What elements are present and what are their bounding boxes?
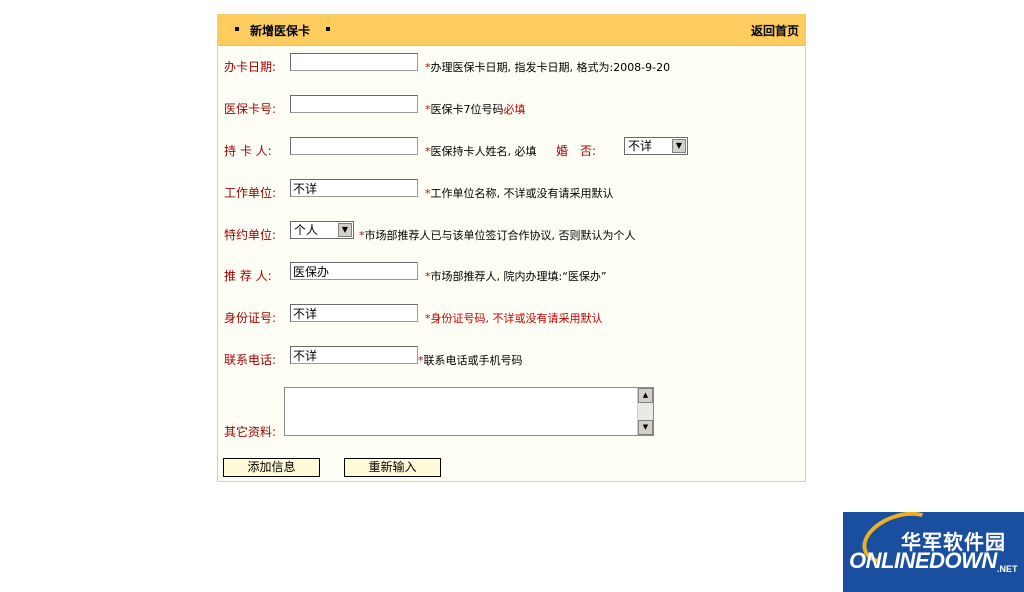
referrer-label: 推 荐 人: xyxy=(224,269,272,283)
holder-input[interactable] xyxy=(290,137,418,155)
id-no-input[interactable] xyxy=(290,304,418,322)
textarea-scrollbar[interactable]: ▲ ▼ xyxy=(637,388,653,435)
contract-unit-label: 特约单位: xyxy=(224,228,277,242)
referrer-hint: *市场部推荐人, 院内办理填:“医保办” xyxy=(425,270,607,283)
other-label: 其它资料: xyxy=(224,425,277,439)
scroll-up-icon[interactable]: ▲ xyxy=(638,388,653,403)
holder-hint: *医保持卡人姓名, 必填 xyxy=(425,145,537,158)
submit-button[interactable]: 添加信息 xyxy=(223,458,320,477)
holder-label: 持 卡 人: xyxy=(224,144,272,158)
card-date-hint: *办理医保卡日期, 指发卡日期, 格式为:2008-9-20 xyxy=(425,61,671,74)
work-unit-hint: *工作单位名称, 不详或没有请采用默认 xyxy=(425,187,614,200)
id-no-hint: *身份证号码, 不详或没有请采用默认 xyxy=(425,312,603,325)
card-date-label: 办卡日期: xyxy=(224,60,277,74)
contract-unit-select-value: 个人 xyxy=(294,223,319,237)
watermark-logo: 华军软件园 ONLINEDOWN .NET xyxy=(843,512,1024,592)
phone-hint: *联系电话或手机号码 xyxy=(418,354,523,367)
home-link[interactable]: 返回首页 xyxy=(751,22,799,39)
chevron-down-icon: ▼ xyxy=(672,139,686,153)
reset-button[interactable]: 重新输入 xyxy=(344,458,441,477)
scroll-down-icon[interactable]: ▼ xyxy=(638,420,653,435)
watermark-en: ONLINEDOWN xyxy=(849,548,997,573)
bullet-icon xyxy=(235,27,239,31)
married-label: 婚 否: xyxy=(556,144,597,158)
other-textarea[interactable]: ▲ ▼ xyxy=(284,387,654,436)
bullet-icon xyxy=(326,27,330,31)
form-panel: 新增医保卡 返回首页 办卡日期: *办理医保卡日期, 指发卡日期, 格式为:20… xyxy=(217,14,806,482)
panel-header: 新增医保卡 返回首页 xyxy=(218,15,805,46)
phone-input[interactable] xyxy=(290,346,418,364)
card-no-input[interactable] xyxy=(290,95,418,113)
contract-unit-select[interactable]: 个人 ▼ xyxy=(290,221,354,239)
referrer-input[interactable] xyxy=(290,262,418,280)
phone-label: 联系电话: xyxy=(224,353,277,367)
watermark-net: .NET xyxy=(997,564,1018,574)
card-date-input[interactable] xyxy=(290,53,418,71)
card-no-label: 医保卡号: xyxy=(224,102,277,116)
card-no-hint: *医保卡7位号码必填 xyxy=(425,103,526,116)
id-no-label: 身份证号: xyxy=(224,311,277,325)
contract-unit-hint: *市场部推荐人已与该单位签订合作协议, 否则默认为个人 xyxy=(359,229,636,242)
work-unit-input[interactable] xyxy=(290,179,418,197)
chevron-down-icon: ▼ xyxy=(338,223,352,237)
married-select[interactable]: 不详 ▼ xyxy=(624,137,688,155)
work-unit-label: 工作单位: xyxy=(224,186,277,200)
page-title: 新增医保卡 xyxy=(250,24,311,38)
married-select-value: 不详 xyxy=(628,139,653,153)
